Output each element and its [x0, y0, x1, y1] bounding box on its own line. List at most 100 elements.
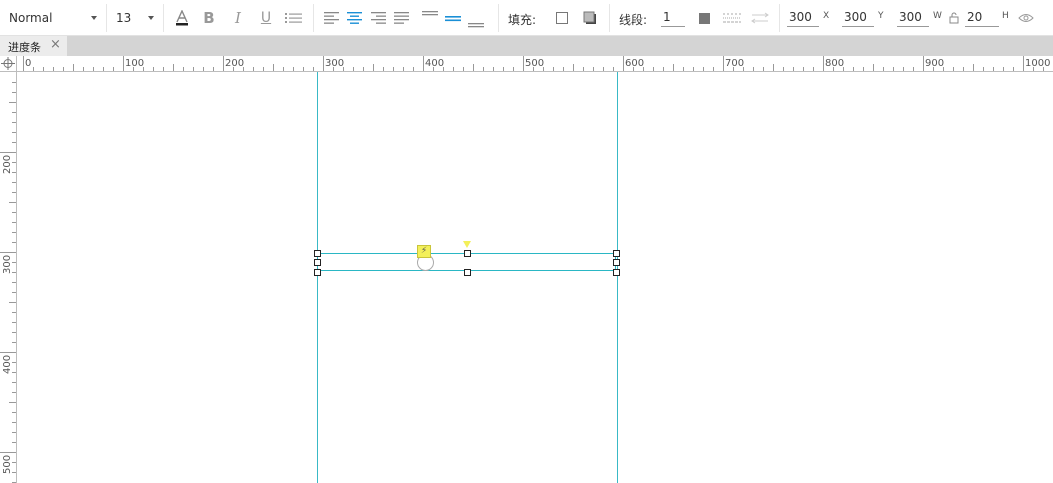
resize-handle-e[interactable]: [613, 259, 620, 266]
horizontal-ruler[interactable]: 0 100 200 300 400 500 600 700 800 900 1000: [17, 56, 1053, 72]
resize-handle-n[interactable]: [464, 250, 471, 257]
align-center-icon: [347, 12, 362, 24]
divider: [163, 4, 164, 32]
x-input[interactable]: 300: [787, 9, 819, 27]
ruler-tick: [893, 67, 894, 71]
ruler-tick: [873, 64, 874, 71]
rotation-handle-icon[interactable]: [463, 241, 471, 248]
tab-progress-bar[interactable]: 进度条 ×: [0, 36, 67, 56]
resize-handle-s[interactable]: [464, 269, 471, 276]
ruler-corner[interactable]: [0, 56, 17, 72]
ruler-tick: [12, 332, 16, 333]
ruler-tick: [12, 412, 16, 413]
ruler-tick: [12, 92, 16, 93]
align-right-button[interactable]: [370, 0, 388, 36]
lock-ratio-button[interactable]: [948, 0, 960, 36]
ruler-tick: [93, 67, 94, 71]
ruler-tick: [883, 67, 884, 71]
divider: [498, 4, 499, 32]
visibility-button[interactable]: [1015, 0, 1037, 36]
ruler-tick: [103, 67, 104, 71]
toolbar: Normal 13 B I U 填充: 线段: 1 300 X 300 Y 30…: [0, 0, 1053, 36]
valign-bottom-button[interactable]: [466, 0, 486, 36]
crosshair-icon: [1, 57, 15, 70]
ruler-tick: [12, 222, 16, 223]
valign-middle-button[interactable]: [443, 0, 463, 36]
ruler-tick: [913, 67, 914, 71]
line-width-input[interactable]: 1: [661, 9, 685, 27]
ruler-label: 500: [525, 58, 545, 69]
shadow-button[interactable]: [581, 0, 599, 36]
ruler-tick: [0, 252, 16, 253]
align-center-button[interactable]: [346, 0, 364, 36]
interaction-bolt-icon[interactable]: ⚡: [417, 245, 431, 258]
resize-handle-sw[interactable]: [314, 269, 321, 276]
ruler-label: 500: [2, 454, 13, 474]
w-input[interactable]: 300: [897, 9, 929, 27]
ruler-tick: [123, 56, 124, 71]
w-unit-label: W: [933, 11, 942, 21]
eye-icon: [1018, 14, 1034, 22]
ruler-tick: [153, 67, 154, 71]
ruler-tick: [403, 67, 404, 71]
ruler-tick: [373, 64, 374, 71]
resize-handle-w[interactable]: [314, 259, 321, 266]
underline-button[interactable]: U: [256, 0, 276, 36]
ruler-tick: [313, 67, 314, 71]
line-color-button[interactable]: [695, 0, 713, 36]
ruler-tick: [353, 67, 354, 71]
ruler-tick: [393, 67, 394, 71]
guide-line-right[interactable]: [617, 72, 618, 483]
ruler-tick: [12, 122, 16, 123]
ruler-tick: [713, 67, 714, 71]
italic-button[interactable]: I: [228, 0, 248, 36]
underline-icon: U: [260, 10, 272, 26]
ruler-label: 800: [825, 58, 845, 69]
ruler-tick: [413, 67, 414, 71]
ruler-tick: [973, 64, 974, 71]
italic-icon: I: [235, 9, 241, 27]
ruler-tick: [553, 67, 554, 71]
ruler-tick: [12, 422, 16, 423]
bold-button[interactable]: B: [199, 0, 219, 36]
vertical-ruler[interactable]: 200 300 400 500: [0, 72, 17, 483]
fill-color-button[interactable]: [553, 0, 571, 36]
font-color-button[interactable]: [172, 0, 192, 36]
align-justify-button[interactable]: [393, 0, 411, 36]
font-style-select[interactable]: Normal: [0, 0, 106, 36]
ruler-tick: [12, 312, 16, 313]
arrow-style-button[interactable]: [750, 0, 770, 36]
ruler-tick: [463, 67, 464, 71]
line-style-button[interactable]: [722, 0, 742, 36]
divider: [609, 4, 610, 32]
resize-handle-ne[interactable]: [613, 250, 620, 257]
ruler-tick: [12, 242, 16, 243]
ruler-tick: [663, 67, 664, 71]
ruler-tick: [33, 67, 34, 71]
ruler-tick: [193, 67, 194, 71]
h-input[interactable]: 20: [965, 9, 999, 27]
ruler-tick: [273, 64, 274, 71]
ruler-label: 600: [625, 58, 645, 69]
resize-handle-se[interactable]: [613, 269, 620, 276]
guide-line-left[interactable]: [317, 72, 318, 483]
valign-top-button[interactable]: [420, 0, 440, 36]
canvas[interactable]: ⚡: [17, 72, 1053, 483]
align-left-icon: [324, 12, 339, 24]
ruler-tick: [503, 67, 504, 71]
ruler-tick: [9, 302, 16, 303]
font-size-select[interactable]: 13: [107, 0, 163, 36]
ruler-tick: [723, 56, 724, 71]
y-input[interactable]: 300: [842, 9, 874, 27]
list-button[interactable]: [284, 0, 304, 36]
align-justify-icon: [394, 12, 409, 24]
line-color-swatch: [698, 12, 710, 24]
align-right-icon: [371, 12, 386, 24]
font-style-value: Normal: [9, 11, 53, 25]
ruler-tick: [293, 67, 294, 71]
close-icon[interactable]: ×: [50, 37, 61, 52]
ruler-tick: [513, 67, 514, 71]
align-left-button[interactable]: [323, 0, 341, 36]
ruler-tick: [803, 67, 804, 71]
resize-handle-nw[interactable]: [314, 250, 321, 257]
